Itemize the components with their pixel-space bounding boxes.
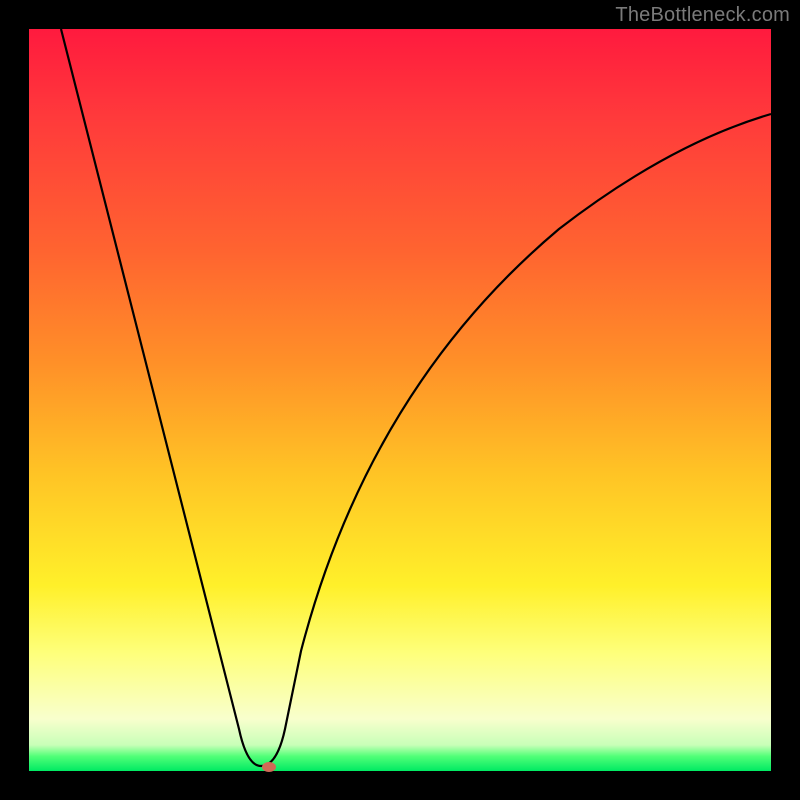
optimal-marker bbox=[262, 762, 276, 772]
bottleneck-curve bbox=[29, 29, 771, 771]
curve-path bbox=[61, 29, 771, 766]
attribution-text: TheBottleneck.com bbox=[615, 4, 790, 27]
chart-plot-area bbox=[29, 29, 771, 771]
chart-frame: TheBottleneck.com bbox=[0, 0, 800, 800]
